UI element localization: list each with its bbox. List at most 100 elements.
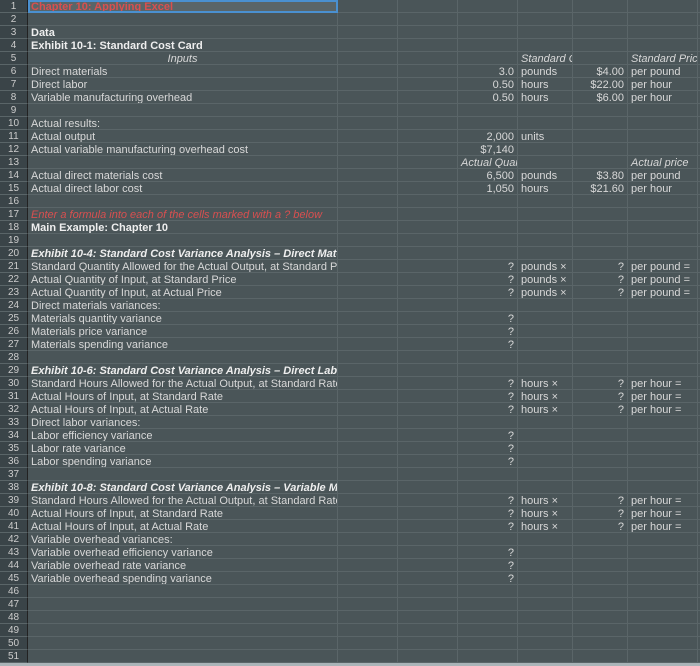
cell-g35[interactable] <box>573 442 628 455</box>
row-header[interactable]: 21 <box>0 260 28 273</box>
cell-e20[interactable] <box>458 247 518 260</box>
cell-b29[interactable]: Exhibit 10-6: Standard Cost Variance Ana… <box>28 364 338 377</box>
cell-h43[interactable] <box>628 546 698 559</box>
cell-e39[interactable]: ? <box>458 494 518 507</box>
row-header[interactable]: 3 <box>0 26 28 39</box>
cell-g6[interactable]: $4.00 <box>573 65 628 78</box>
cell-h13[interactable]: Actual price <box>628 156 698 169</box>
cell-d35[interactable] <box>398 442 458 455</box>
cell-g28[interactable] <box>573 351 628 364</box>
cell-g13[interactable] <box>573 156 628 169</box>
cell-h25[interactable] <box>628 312 698 325</box>
cell-g26[interactable] <box>573 325 628 338</box>
cell-e44[interactable]: ? <box>458 559 518 572</box>
cell-g29[interactable] <box>573 364 628 377</box>
cell-h22[interactable]: per pound = <box>628 273 698 286</box>
cell-c1[interactable] <box>338 0 398 13</box>
cell-d45[interactable] <box>398 572 458 585</box>
cell-h10[interactable] <box>628 117 698 130</box>
cell-h12[interactable] <box>628 143 698 156</box>
cell-g20[interactable] <box>573 247 628 260</box>
cell-f38[interactable] <box>518 481 573 494</box>
cell-b19[interactable] <box>28 234 338 247</box>
cell-f25[interactable] <box>518 312 573 325</box>
cell-b50[interactable] <box>28 637 338 650</box>
cell-f51[interactable] <box>518 650 573 663</box>
cell-e13[interactable]: Actual Quantity <box>458 156 518 169</box>
cell-f26[interactable] <box>518 325 573 338</box>
cell-b9[interactable] <box>28 104 338 117</box>
row-header[interactable]: 43 <box>0 546 28 559</box>
cell-b34[interactable]: Labor efficiency variance <box>28 429 338 442</box>
cell-b40[interactable]: Actual Hours of Input, at Standard Rate <box>28 507 338 520</box>
cell-g2[interactable] <box>573 13 628 26</box>
cell-b18[interactable]: Main Example: Chapter 10 <box>28 221 338 234</box>
cell-h5[interactable]: Standard Price <box>628 52 698 65</box>
cell-e31[interactable]: ? <box>458 390 518 403</box>
cell-g50[interactable] <box>573 637 628 650</box>
cell-g4[interactable] <box>573 39 628 52</box>
cell-f1[interactable] <box>518 0 573 13</box>
cell-c46[interactable] <box>338 585 398 598</box>
cell-e46[interactable] <box>458 585 518 598</box>
cell-b7[interactable]: Direct labor <box>28 78 338 91</box>
row-header[interactable]: 13 <box>0 156 28 169</box>
cell-g3[interactable] <box>573 26 628 39</box>
cell-g15[interactable]: $21.60 <box>573 182 628 195</box>
cell-d22[interactable] <box>398 273 458 286</box>
cell-g34[interactable] <box>573 429 628 442</box>
cell-c38[interactable] <box>338 481 398 494</box>
cell-c5[interactable] <box>338 52 398 65</box>
cell-e11[interactable]: 2,000 <box>458 130 518 143</box>
cell-d11[interactable] <box>398 130 458 143</box>
cell-d33[interactable] <box>398 416 458 429</box>
cell-b11[interactable]: Actual output <box>28 130 338 143</box>
cell-d28[interactable] <box>398 351 458 364</box>
cell-d17[interactable] <box>398 208 458 221</box>
cell-e43[interactable]: ? <box>458 546 518 559</box>
cell-f32[interactable]: hours × <box>518 403 573 416</box>
cell-d51[interactable] <box>398 650 458 663</box>
cell-g39[interactable]: ? <box>573 494 628 507</box>
cell-e4[interactable] <box>458 39 518 52</box>
cell-d32[interactable] <box>398 403 458 416</box>
cell-b49[interactable] <box>28 624 338 637</box>
cell-e28[interactable] <box>458 351 518 364</box>
row-header[interactable]: 24 <box>0 299 28 312</box>
cell-c30[interactable] <box>338 377 398 390</box>
cell-e23[interactable]: ? <box>458 286 518 299</box>
cell-e19[interactable] <box>458 234 518 247</box>
cell-h24[interactable] <box>628 299 698 312</box>
cell-e6[interactable]: 3.0 <box>458 65 518 78</box>
cell-g41[interactable]: ? <box>573 520 628 533</box>
cell-c11[interactable] <box>338 130 398 143</box>
cell-f16[interactable] <box>518 195 573 208</box>
cell-h2[interactable] <box>628 13 698 26</box>
row-header[interactable]: 9 <box>0 104 28 117</box>
cell-g1[interactable] <box>573 0 628 13</box>
cell-c19[interactable] <box>338 234 398 247</box>
cell-g27[interactable] <box>573 338 628 351</box>
cell-g40[interactable]: ? <box>573 507 628 520</box>
cell-d9[interactable] <box>398 104 458 117</box>
cell-e5[interactable] <box>458 52 518 65</box>
cell-d16[interactable] <box>398 195 458 208</box>
cell-d13[interactable] <box>398 156 458 169</box>
cell-h44[interactable] <box>628 559 698 572</box>
cell-b25[interactable]: Materials quantity variance <box>28 312 338 325</box>
cell-f41[interactable]: hours × <box>518 520 573 533</box>
cell-c34[interactable] <box>338 429 398 442</box>
cell-d15[interactable] <box>398 182 458 195</box>
cell-h42[interactable] <box>628 533 698 546</box>
cell-f7[interactable]: hours <box>518 78 573 91</box>
cell-d42[interactable] <box>398 533 458 546</box>
cell-c2[interactable] <box>338 13 398 26</box>
cell-g38[interactable] <box>573 481 628 494</box>
row-header[interactable]: 30 <box>0 377 28 390</box>
cell-f45[interactable] <box>518 572 573 585</box>
cell-d30[interactable] <box>398 377 458 390</box>
cell-b16[interactable] <box>28 195 338 208</box>
row-header[interactable]: 35 <box>0 442 28 455</box>
cell-e51[interactable] <box>458 650 518 663</box>
row-header[interactable]: 45 <box>0 572 28 585</box>
